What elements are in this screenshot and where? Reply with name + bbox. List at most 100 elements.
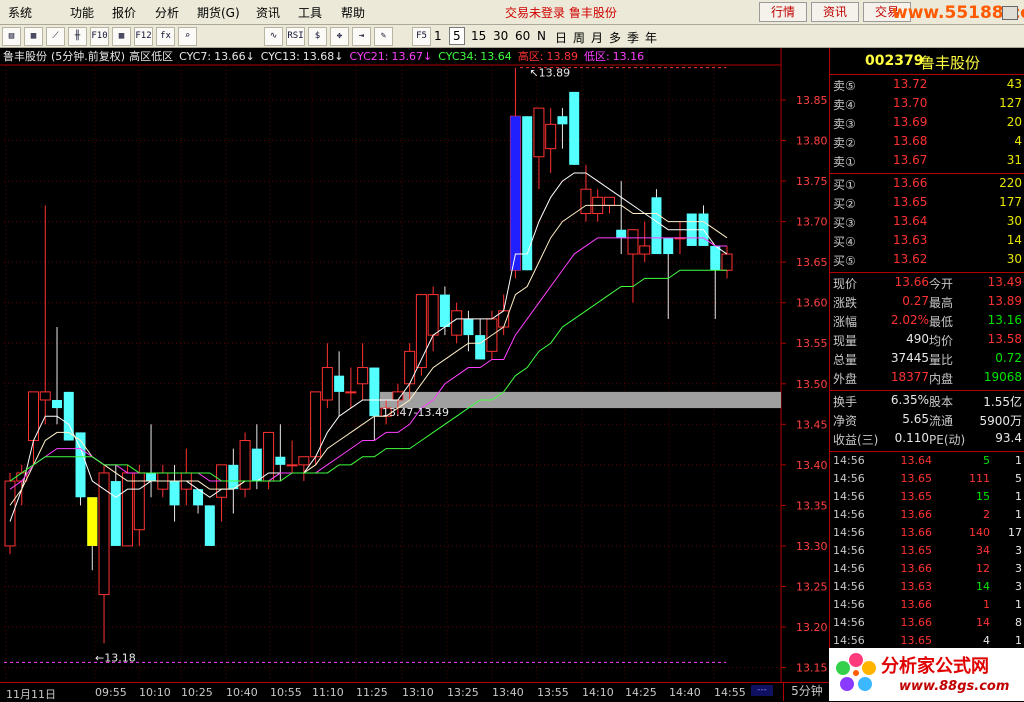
period-n-button[interactable]: N: [537, 29, 546, 43]
header-item-label: CYC13:: [261, 50, 300, 63]
period-日-button[interactable]: 日: [555, 29, 567, 46]
period-30-button[interactable]: 30: [493, 29, 508, 43]
f5-icon[interactable]: F5: [412, 27, 431, 46]
ask-label: 卖①: [833, 155, 856, 169]
period-年-button[interactable]: 年: [645, 29, 657, 46]
menu-quote[interactable]: 报价: [112, 4, 136, 21]
tick-row: 14:56 13.65 34 3: [830, 544, 1024, 562]
stat-value: 13.66: [894, 275, 929, 289]
menu-futures[interactable]: 期货(G): [197, 4, 240, 21]
tick-time: 14:56: [833, 490, 865, 503]
tick-time: 14:56: [833, 472, 865, 485]
ask-row[interactable]: 卖② 13.68 4: [830, 134, 1024, 152]
menu-tools[interactable]: 工具: [298, 4, 322, 21]
candle-body: [169, 481, 180, 506]
grid-icon[interactable]: ▤: [2, 27, 21, 46]
fund-value: 6.35%: [890, 393, 929, 407]
header-indicator: 高区低区: [129, 49, 173, 63]
dollar-icon[interactable]: $: [308, 27, 327, 46]
ask-row[interactable]: 卖④ 13.70 127: [830, 96, 1024, 114]
candle-body: [286, 464, 298, 467]
bid-label: 买③: [833, 216, 856, 230]
move-icon[interactable]: ✥: [330, 27, 349, 46]
candle-body: [204, 505, 215, 546]
stat-value: 18377: [890, 370, 929, 384]
candle-body: [110, 481, 121, 546]
wave-icon[interactable]: ∿: [264, 27, 283, 46]
price-tick-label: 13.40: [796, 459, 828, 472]
menu-info[interactable]: 资讯: [256, 4, 280, 21]
time-tick-label: 09:55: [95, 686, 127, 699]
bid-label: 买④: [833, 235, 856, 249]
candle-body: [475, 335, 486, 360]
bid-price: 13.62: [893, 252, 928, 266]
stat-label: 涨幅: [833, 315, 858, 329]
bid-row[interactable]: 买② 13.65 177: [830, 195, 1024, 213]
f10-icon[interactable]: F10: [90, 27, 109, 46]
kline-icon[interactable]: ╫: [68, 27, 87, 46]
menu-system[interactable]: 系统: [8, 4, 32, 21]
header-stock: 鲁丰股份: [3, 49, 47, 63]
fund-value: 1.55亿: [983, 395, 1022, 409]
kline-chart[interactable]: 13.85 13.80 13.75 13.70 13.65 13.60 13.55 13.50…: [0, 48, 829, 682]
period-月-button[interactable]: 月: [591, 29, 603, 46]
ask-volume: 4: [1014, 134, 1022, 148]
period-5-button[interactable]: 5: [449, 27, 465, 45]
bid-row[interactable]: 买① 13.66 220: [830, 176, 1024, 194]
fx-icon[interactable]: fx: [156, 27, 175, 46]
candle-body: [334, 375, 345, 392]
tick-volume: 14: [976, 616, 990, 629]
bid-row[interactable]: 买⑤ 13.62 30: [830, 252, 1024, 270]
info-button[interactable]: 资讯: [811, 2, 859, 22]
ask-row[interactable]: 卖⑤ 13.72 43: [830, 77, 1024, 95]
search-icon[interactable]: ⌕: [178, 27, 197, 46]
fundamental-row: 换手 6.35% 股本 1.55亿: [830, 393, 1024, 411]
menu-function[interactable]: 功能: [70, 4, 94, 21]
quote-button[interactable]: 行情: [759, 2, 807, 22]
candle: [415, 294, 427, 376]
ask-row[interactable]: 卖① 13.67 31: [830, 153, 1024, 171]
news-icon[interactable]: ▦: [112, 27, 131, 46]
line-chart-icon[interactable]: ⟋: [46, 27, 65, 46]
time-axis: 11月11日 09:55 10:10 10:25 10:40 10:55 11:10 11:2…: [0, 682, 829, 702]
period-多-button[interactable]: 多: [609, 29, 621, 46]
tick-price: 13.66: [900, 526, 933, 539]
period-15-button[interactable]: 15: [471, 29, 486, 43]
period-1-button[interactable]: 1: [434, 29, 442, 43]
tick-row: 14:56 13.66 14 8: [830, 616, 1024, 634]
window-restore-icon[interactable]: [1002, 6, 1018, 20]
period-季-button[interactable]: 季: [627, 29, 639, 46]
period-周-button[interactable]: 周: [573, 29, 585, 46]
period-label[interactable]: 5分钟: [783, 682, 830, 701]
stock-title: 002379 鲁丰股份: [830, 48, 1024, 74]
bid-row[interactable]: 买④ 13.63 14: [830, 233, 1024, 251]
ask-volume: 127: [999, 96, 1022, 110]
menu-analysis[interactable]: 分析: [155, 4, 179, 21]
menu-help[interactable]: 帮助: [341, 4, 365, 21]
f12-icon[interactable]: F12: [134, 27, 153, 46]
price-tick-label: 13.15: [796, 662, 828, 675]
table-icon[interactable]: ▦: [24, 27, 43, 46]
pencil-icon[interactable]: ✎: [374, 27, 393, 46]
price-tick-label: 13.55: [796, 337, 828, 350]
tick-price: 13.66: [900, 598, 933, 611]
period-60-button[interactable]: 60: [515, 29, 530, 43]
stock-code: 002379: [865, 53, 924, 69]
tick-row: 14:56 13.66 12 3: [830, 562, 1024, 580]
scroll-marker[interactable]: ---: [751, 685, 773, 696]
candle-body: [603, 196, 615, 206]
bid-row[interactable]: 买③ 13.64 30: [830, 214, 1024, 232]
exit-icon[interactable]: ⇥: [352, 27, 371, 46]
ask-volume: 31: [1006, 153, 1022, 167]
candle-body: [52, 399, 63, 409]
logo-url[interactable]: www.88gs.com: [899, 679, 1009, 694]
bid-volume: 177: [999, 195, 1022, 209]
stat-row: 现价 13.66 今开 13.49: [830, 275, 1024, 293]
candle-body: [251, 448, 262, 482]
low-price-label: ←13.18: [95, 651, 136, 664]
price-tick-label: 13.30: [796, 540, 828, 553]
tick-price: 13.66: [900, 508, 933, 521]
ask-row[interactable]: 卖③ 13.69 20: [830, 115, 1024, 133]
rsi-icon[interactable]: RSI: [286, 27, 305, 46]
divider: [830, 173, 1024, 174]
